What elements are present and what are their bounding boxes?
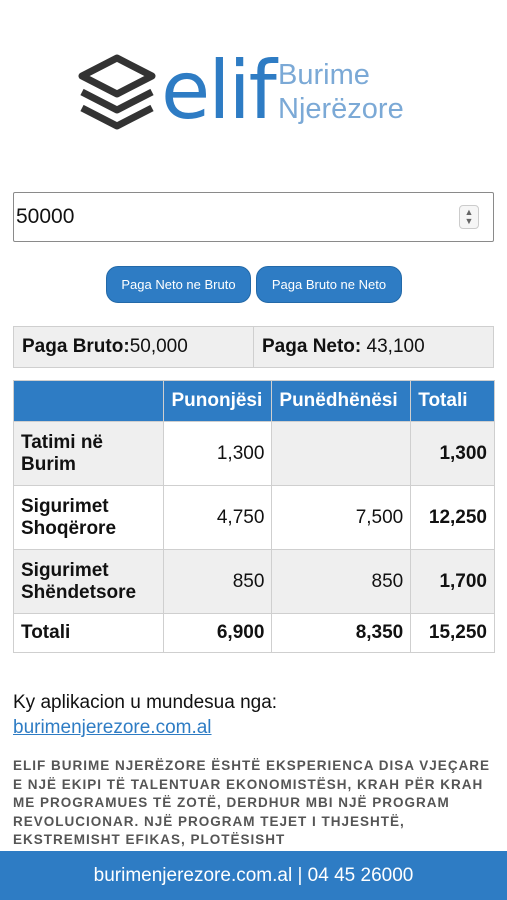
row-label: Sigurimet Shëndetsore bbox=[12, 549, 165, 614]
contributions-table: Punonjësi Punëdhënësi Totali Tatimi në B… bbox=[12, 380, 495, 653]
employee-total: 6,900 bbox=[163, 613, 273, 653]
net-salary-cell: Paga Neto: 43,100 bbox=[253, 327, 493, 367]
gross-salary-value: 50,000 bbox=[129, 336, 188, 357]
employee-value: 4,750 bbox=[163, 485, 273, 550]
grand-total: 15,250 bbox=[410, 613, 495, 653]
row-label: Totali bbox=[12, 613, 165, 653]
header-total: Totali bbox=[410, 380, 495, 422]
header-employer: Punëdhënësi bbox=[271, 380, 412, 422]
employer-total: 8,350 bbox=[271, 613, 412, 653]
row-label: Sigurimet Shoqërore bbox=[12, 485, 165, 550]
salary-amount-input[interactable]: 50000 ▲ ▼ bbox=[13, 192, 494, 242]
net-to-gross-button[interactable]: Paga Neto ne Bruto bbox=[106, 266, 251, 303]
header-employee: Punonjësi bbox=[163, 380, 273, 422]
employee-value: 1,300 bbox=[163, 421, 273, 486]
table-row: Tatimi në Burim 1,300 1,300 bbox=[12, 421, 495, 486]
stacked-layers-icon bbox=[78, 54, 156, 130]
logo-subtitle: Burime Njerëzore bbox=[278, 58, 404, 126]
table-row: Sigurimet Shoqërore 4,750 7,500 12,250 bbox=[12, 485, 495, 550]
footer-contact-bar[interactable]: burimenjerezore.com.al | 04 45 26000 bbox=[0, 851, 507, 900]
employer-value: 850 bbox=[271, 549, 412, 614]
salary-amount-value: 50000 bbox=[16, 205, 75, 228]
total-value: 1,700 bbox=[410, 549, 495, 614]
logo-wordmark: elif bbox=[161, 44, 277, 137]
app-logo: elif Burime Njerëzore bbox=[76, 46, 436, 140]
credit-text: Ky aplikacion u mundesua nga: bbox=[13, 692, 278, 713]
table-row: Sigurimet Shëndetsore 850 850 1,700 bbox=[12, 549, 495, 614]
logo-subtitle-line1: Burime bbox=[278, 59, 370, 91]
employer-value: 7,500 bbox=[271, 485, 412, 550]
gross-salary-label: Paga Bruto: bbox=[22, 336, 130, 357]
net-salary-value: 43,100 bbox=[361, 336, 425, 357]
employer-value bbox=[271, 421, 412, 486]
credit-block: Ky aplikacion u mundesua nga: burimenjer… bbox=[13, 690, 277, 740]
total-value: 12,250 bbox=[410, 485, 495, 550]
number-stepper-icon[interactable]: ▲ ▼ bbox=[459, 205, 479, 229]
total-value: 1,300 bbox=[410, 421, 495, 486]
row-label: Tatimi në Burim bbox=[12, 421, 165, 486]
salary-summary: Paga Bruto: 50,000 Paga Neto: 43,100 bbox=[13, 326, 494, 368]
gross-salary-cell: Paga Bruto: 50,000 bbox=[14, 327, 253, 367]
table-row-totals: Totali 6,900 8,350 15,250 bbox=[12, 613, 495, 653]
table-header-row: Punonjësi Punëdhënësi Totali bbox=[12, 380, 495, 422]
header-empty bbox=[12, 380, 165, 422]
employee-value: 850 bbox=[163, 549, 273, 614]
logo-subtitle-line2: Njerëzore bbox=[278, 93, 404, 125]
gross-to-net-button[interactable]: Paga Bruto ne Neto bbox=[256, 266, 402, 303]
company-description: Elif Burime Njerëzore është eksperienca … bbox=[13, 758, 491, 847]
net-salary-label: Paga Neto: bbox=[262, 336, 362, 357]
credit-link[interactable]: burimenjerezore.com.al bbox=[13, 717, 212, 738]
